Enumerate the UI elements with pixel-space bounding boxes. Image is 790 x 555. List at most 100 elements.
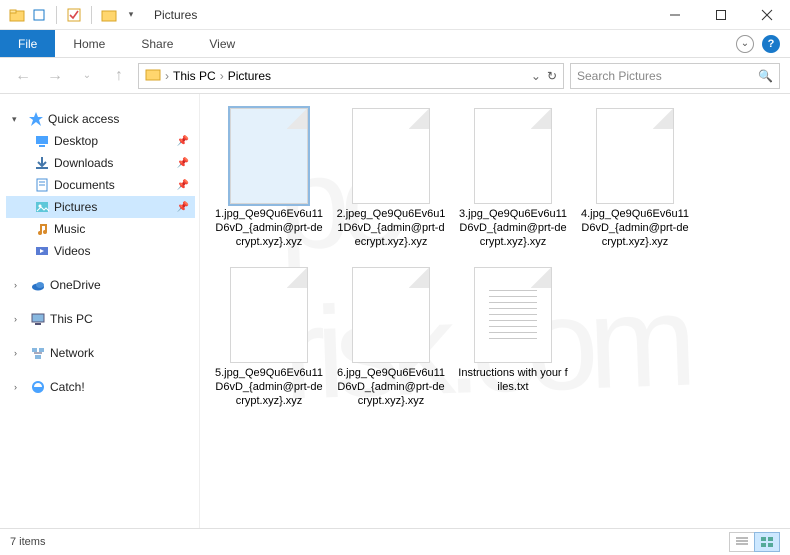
forward-button[interactable]: → xyxy=(42,63,68,89)
file-item[interactable]: 2.jpeg_Qe9Qu6Ev6u11D6vD_{admin@prt-decry… xyxy=(336,108,446,249)
thispc-icon xyxy=(30,311,46,327)
file-name: 6.jpg_Qe9Qu6Ev6u11D6vD_{admin@prt-decryp… xyxy=(336,367,446,408)
expand-caret-icon[interactable]: › xyxy=(14,280,26,290)
up-button[interactable]: ↑ xyxy=(106,63,132,89)
file-thumb xyxy=(474,108,552,204)
expand-ribbon-icon[interactable]: ⌄ xyxy=(736,35,754,53)
file-name: 1.jpg_Qe9Qu6Ev6u11D6vD_{admin@prt-decryp… xyxy=(214,208,324,249)
details-view-button[interactable] xyxy=(729,532,755,552)
item-count: 7 items xyxy=(10,536,45,548)
expand-caret-icon[interactable]: ▾ xyxy=(12,114,24,125)
file-item[interactable]: 3.jpg_Qe9Qu6Ev6u11D6vD_{admin@prt-decryp… xyxy=(458,108,568,249)
pin-icon: 📌 xyxy=(177,180,189,191)
pictures-icon xyxy=(34,199,50,215)
minimize-button[interactable] xyxy=(652,0,698,30)
refresh-icon[interactable]: ↻ xyxy=(547,69,557,83)
sidebar-item-desktop[interactable]: Desktop📌 xyxy=(6,130,195,152)
tab-home[interactable]: Home xyxy=(55,30,123,57)
thumbnails-view-button[interactable] xyxy=(754,532,780,552)
checkbox-icon[interactable] xyxy=(65,6,83,24)
help-icon[interactable]: ? xyxy=(762,35,780,53)
maximize-button[interactable] xyxy=(698,0,744,30)
sidebar-item-network[interactable]: › Network xyxy=(6,342,195,364)
chevron-right-icon[interactable]: › xyxy=(220,69,224,83)
sidebar-item-videos[interactable]: Videos xyxy=(6,240,195,262)
sidebar-item-label: Pictures xyxy=(54,200,173,214)
sidebar-item-label: Downloads xyxy=(54,156,173,170)
window-title: Pictures xyxy=(154,8,197,22)
downloads-icon xyxy=(34,155,50,171)
file-item[interactable]: 1.jpg_Qe9Qu6Ev6u11D6vD_{admin@prt-decryp… xyxy=(214,108,324,249)
breadcrumb[interactable]: This PC xyxy=(173,69,216,83)
onedrive-icon xyxy=(30,277,46,293)
sidebar-item-pictures[interactable]: Pictures 📌 xyxy=(6,196,195,218)
file-thumb xyxy=(474,267,552,363)
titlebar: ▾ Pictures xyxy=(0,0,790,30)
address-dropdown-icon[interactable]: ⌄ xyxy=(531,69,541,83)
file-thumb xyxy=(352,108,430,204)
expand-caret-icon[interactable]: › xyxy=(14,314,26,324)
file-thumb xyxy=(230,267,308,363)
file-item[interactable]: 6.jpg_Qe9Qu6Ev6u11D6vD_{admin@prt-decryp… xyxy=(336,267,446,408)
search-placeholder: Search Pictures xyxy=(577,69,662,83)
sidebar-item-label: Catch! xyxy=(50,380,195,394)
file-name: 3.jpg_Qe9Qu6Ev6u11D6vD_{admin@prt-decryp… xyxy=(458,208,568,249)
file-tab[interactable]: File xyxy=(0,30,55,57)
sidebar-item-downloads[interactable]: Downloads 📌 xyxy=(6,152,195,174)
catch-icon xyxy=(30,379,46,395)
pin-icon: 📌 xyxy=(177,158,189,169)
file-name: Instructions with your files.txt xyxy=(458,367,568,395)
desktop-icon xyxy=(34,133,50,149)
expand-caret-icon[interactable]: › xyxy=(14,348,26,358)
close-button[interactable] xyxy=(744,0,790,30)
tab-share[interactable]: Share xyxy=(123,30,191,57)
file-name: 5.jpg_Qe9Qu6Ev6u11D6vD_{admin@prt-decryp… xyxy=(214,367,324,408)
file-thumb xyxy=(596,108,674,204)
address-bar[interactable]: › This PC › Pictures ⌄ ↻ xyxy=(138,63,564,89)
documents-icon xyxy=(34,177,50,193)
sidebar-item-label: Network xyxy=(50,346,195,360)
file-item[interactable]: 4.jpg_Qe9Qu6Ev6u11D6vD_{admin@prt-decryp… xyxy=(580,108,690,249)
folder-icon xyxy=(145,66,161,85)
file-name: 4.jpg_Qe9Qu6Ev6u11D6vD_{admin@prt-decryp… xyxy=(580,208,690,249)
sidebar-item-label: Documents xyxy=(54,178,173,192)
sidebar-item-onedrive[interactable]: › OneDrive xyxy=(6,274,195,296)
chevron-right-icon[interactable]: › xyxy=(165,69,169,83)
navbar: ← → ⌄ ↑ › This PC › Pictures ⌄ ↻ Search … xyxy=(0,58,790,94)
recent-locations-icon[interactable]: ⌄ xyxy=(74,63,100,89)
sidebar-item-documents[interactable]: Documents 📌 xyxy=(6,174,195,196)
sidebar-item-this pc[interactable]: › This PC xyxy=(6,308,195,330)
back-button[interactable]: ← xyxy=(10,63,36,89)
qat-dropdown-icon[interactable]: ▾ xyxy=(122,6,140,24)
sidebar-item-label: OneDrive xyxy=(50,278,195,292)
separator xyxy=(56,6,57,24)
sidebar-item-label: Quick access xyxy=(48,112,195,126)
sidebar-item-quick-access[interactable]: ▾ Quick access xyxy=(6,108,195,130)
search-input[interactable]: Search Pictures 🔍 xyxy=(570,63,780,89)
breadcrumb[interactable]: Pictures xyxy=(228,69,271,83)
sidebar-item-label: Desktop xyxy=(54,134,173,148)
separator xyxy=(91,6,92,24)
file-thumb xyxy=(352,267,430,363)
folder-icon xyxy=(8,6,26,24)
star-icon xyxy=(28,111,44,127)
navigation-pane: ▾ Quick access Desktop📌Downloads📌Documen… xyxy=(0,94,200,528)
expand-caret-icon[interactable]: › xyxy=(14,382,26,392)
folder-icon[interactable] xyxy=(100,6,118,24)
sidebar-item-label: Videos xyxy=(54,244,195,258)
tab-view[interactable]: View xyxy=(191,30,253,57)
network-icon xyxy=(30,345,46,361)
pin-icon xyxy=(30,6,48,24)
search-icon[interactable]: 🔍 xyxy=(758,69,773,83)
sidebar-item-music[interactable]: Music xyxy=(6,218,195,240)
file-item[interactable]: 5.jpg_Qe9Qu6Ev6u11D6vD_{admin@prt-decryp… xyxy=(214,267,324,408)
sidebar-item-label: Music xyxy=(54,222,195,236)
sidebar-item-catch![interactable]: › Catch! xyxy=(6,376,195,398)
music-icon xyxy=(34,221,50,237)
pin-icon: 📌 xyxy=(177,202,189,213)
file-name: 2.jpeg_Qe9Qu6Ev6u11D6vD_{admin@prt-decry… xyxy=(336,208,446,249)
statusbar: 7 items xyxy=(0,528,790,555)
file-list: 1.jpg_Qe9Qu6Ev6u11D6vD_{admin@prt-decryp… xyxy=(200,94,790,528)
sidebar-item-label: This PC xyxy=(50,312,195,326)
file-item[interactable]: Instructions with your files.txt xyxy=(458,267,568,408)
